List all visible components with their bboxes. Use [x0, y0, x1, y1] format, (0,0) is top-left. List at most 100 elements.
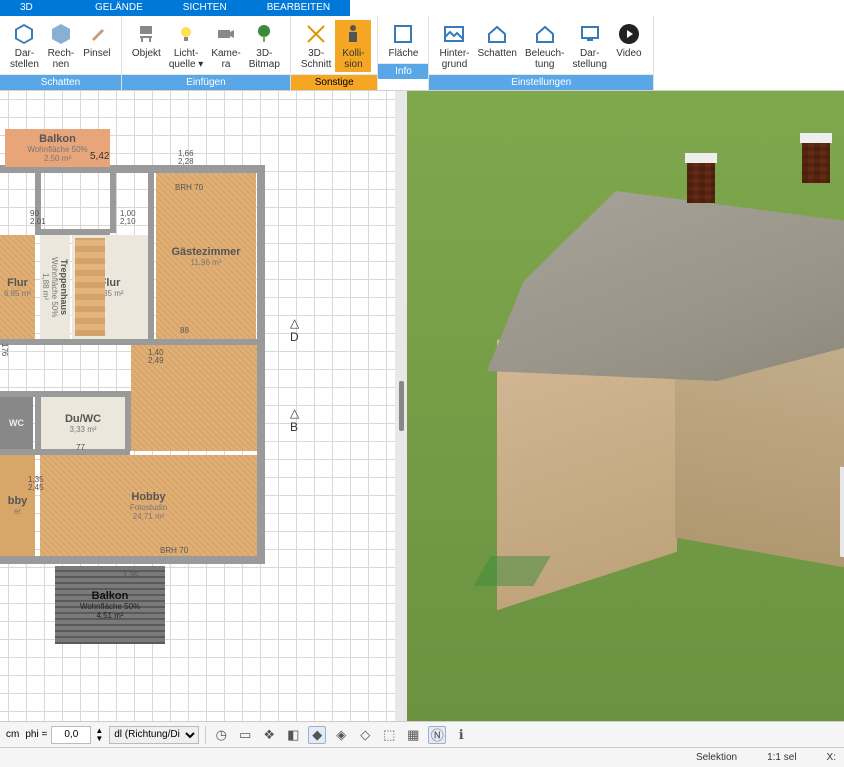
content-area: Balkon Wohnfläche 50% 2,50 m² Gästezimme… — [0, 91, 844, 721]
clock-icon[interactable]: ◷ — [212, 726, 230, 744]
house-icon — [533, 22, 557, 46]
area-icon — [391, 22, 415, 46]
group-info: Fläche Info — [378, 16, 429, 90]
unit-label: cm — [6, 729, 19, 740]
tab-bearbeiten[interactable]: BEARBEITEN — [247, 0, 350, 16]
flaeche-button[interactable]: Fläche — [384, 20, 422, 61]
monitor-icon[interactable]: ▭ — [236, 726, 254, 744]
group-label: Info — [378, 63, 428, 79]
phi-input[interactable] — [51, 726, 91, 744]
hintergrund-button[interactable]: Hinter- grund — [435, 20, 473, 72]
status-x: X: — [827, 752, 836, 763]
room-flur1: Flur 6,85 m² — [0, 235, 35, 339]
north-icon[interactable]: Ⓝ — [428, 726, 446, 744]
rechnen-button[interactable]: Rech- nen — [43, 20, 79, 72]
dimension-label: 2,28 — [178, 157, 194, 166]
stairs-icon — [75, 238, 105, 336]
schatten-button[interactable]: Schatten — [474, 20, 521, 72]
group-einfuegen: Objekt Licht- quelle ▾ Kame- ra 3D- Bitm… — [122, 16, 291, 90]
phi-label: phi = — [25, 729, 47, 740]
tab-sichten[interactable]: SICHTEN — [163, 0, 247, 16]
dimension-label: 77 — [76, 443, 85, 452]
room-treppenhaus: Treppenhaus Wohnfläche 50% 1,88 m² — [40, 235, 70, 339]
floorplan-pane[interactable]: Balkon Wohnfläche 50% 2,50 m² Gästezimme… — [0, 91, 395, 721]
room-flur2: Flur 6,35 m² — [72, 235, 148, 339]
pane-splitter[interactable] — [395, 91, 407, 721]
chimney-icon — [802, 141, 830, 183]
video-button[interactable]: Video — [611, 20, 647, 72]
objekt-button[interactable]: Objekt — [128, 20, 165, 72]
cut-icon — [304, 22, 328, 46]
section-marker-d: △D — [290, 316, 299, 344]
section-marker-b: △B — [290, 406, 299, 434]
dimension-label: BRH 70 — [175, 183, 203, 192]
dimension-label: 1,35 — [123, 571, 139, 580]
tab-gelaende[interactable]: GELÄNDE — [75, 0, 163, 16]
group-sonstige: 3D- Schnitt Kolli- sion Sonstige — [291, 16, 379, 90]
room-wc: WC — [0, 397, 33, 449]
layer2-icon[interactable]: ◈ — [332, 726, 350, 744]
brush-icon — [85, 22, 109, 46]
kamera-button[interactable]: Kame- ra — [207, 20, 244, 72]
darstellen-button[interactable]: Dar- stellen — [6, 20, 43, 72]
layers-icon[interactable]: ❖ — [260, 726, 278, 744]
grid-icon[interactable]: ▦ — [404, 726, 422, 744]
dimension-label: BRH 70 — [160, 546, 188, 555]
room-duwc: Du/WC 3,33 m² — [41, 397, 125, 449]
camera-icon — [214, 22, 238, 46]
volume-icon[interactable]: ⬚ — [380, 726, 398, 744]
stepper-icon[interactable]: ▲▼ — [95, 727, 103, 743]
dimension-label: 2,01 — [30, 217, 46, 226]
screen-icon — [578, 22, 602, 46]
3d-view-pane[interactable] — [407, 91, 844, 721]
status-selection: Selektion — [696, 752, 737, 763]
lichtquelle-button[interactable]: Licht- quelle ▾ — [165, 20, 208, 72]
group-label: Einstellungen — [429, 74, 652, 90]
kollision-button[interactable]: Kolli- sion — [335, 20, 371, 72]
roof — [487, 181, 844, 381]
bulb-icon — [174, 22, 198, 46]
dimension-label: 2,49 — [148, 356, 164, 365]
snap-icon[interactable]: ◆ — [308, 726, 326, 744]
beleuchtung-button[interactable]: Beleuch- tung — [521, 20, 568, 72]
tab-3d[interactable]: 3D — [0, 0, 75, 16]
window-icon — [840, 467, 844, 564]
room-hobby: Hobby Fotostudio 24,71 m² — [40, 455, 257, 556]
chimney-icon — [687, 161, 715, 203]
cube-icon — [49, 22, 73, 46]
3d-bitmap-button[interactable]: 3D- Bitmap — [245, 20, 284, 72]
group-label: Sonstige — [291, 74, 378, 90]
house-icon — [485, 22, 509, 46]
tree-icon — [252, 22, 276, 46]
room-gaestezimmer: Gästezimmer 11,96 m² — [156, 173, 256, 339]
pinsel-button[interactable]: Pinsel — [79, 20, 115, 72]
cube-small-icon[interactable]: ◧ — [284, 726, 302, 744]
play-icon — [617, 22, 641, 46]
group-schatten: Dar- stellen Rech- nen Pinsel Schatten — [0, 16, 122, 90]
angle-marker: 5,42 — [90, 151, 109, 162]
bottom-toolbar: cm phi = ▲▼ dl (Richtung/Di ◷ ▭ ❖ ◧ ◆ ◈ … — [0, 721, 844, 747]
group-einstellungen: Hinter- grund Schatten Beleuch- tung Dar… — [429, 16, 653, 90]
status-ratio: 1:1 sel — [767, 752, 796, 763]
dimension-label: 2,10 — [120, 217, 136, 226]
group-label: Einfügen — [122, 74, 290, 90]
layer3-icon[interactable]: ◇ — [356, 726, 374, 744]
cube-icon — [12, 22, 36, 46]
ribbon: Dar- stellen Rech- nen Pinsel Schatten O… — [0, 16, 844, 91]
dimension-label: 88 — [180, 326, 189, 335]
main-tabs: 3D GELÄNDE SICHTEN BEARBEITEN — [0, 0, 844, 16]
room-bby: bby er — [0, 455, 35, 556]
person-icon — [341, 22, 365, 46]
darstellung-button[interactable]: Dar- stellung — [568, 20, 610, 72]
direction-select[interactable]: dl (Richtung/Di — [109, 726, 199, 744]
chair-icon — [134, 22, 158, 46]
3d-schnitt-button[interactable]: 3D- Schnitt — [297, 20, 336, 72]
floor-plan: Balkon Wohnfläche 50% 2,50 m² Gästezimme… — [0, 111, 270, 691]
info-icon[interactable]: ℹ — [452, 726, 470, 744]
house-3d — [427, 111, 844, 701]
image-icon — [442, 22, 466, 46]
room-balkon-bot: Balkon Wohnfläche 50% 4,51 m² — [55, 566, 165, 644]
dimension-label: 176 — [0, 343, 9, 356]
dimension-label: 2,45 — [28, 483, 44, 492]
status-bar: Selektion 1:1 sel X: — [0, 747, 844, 767]
